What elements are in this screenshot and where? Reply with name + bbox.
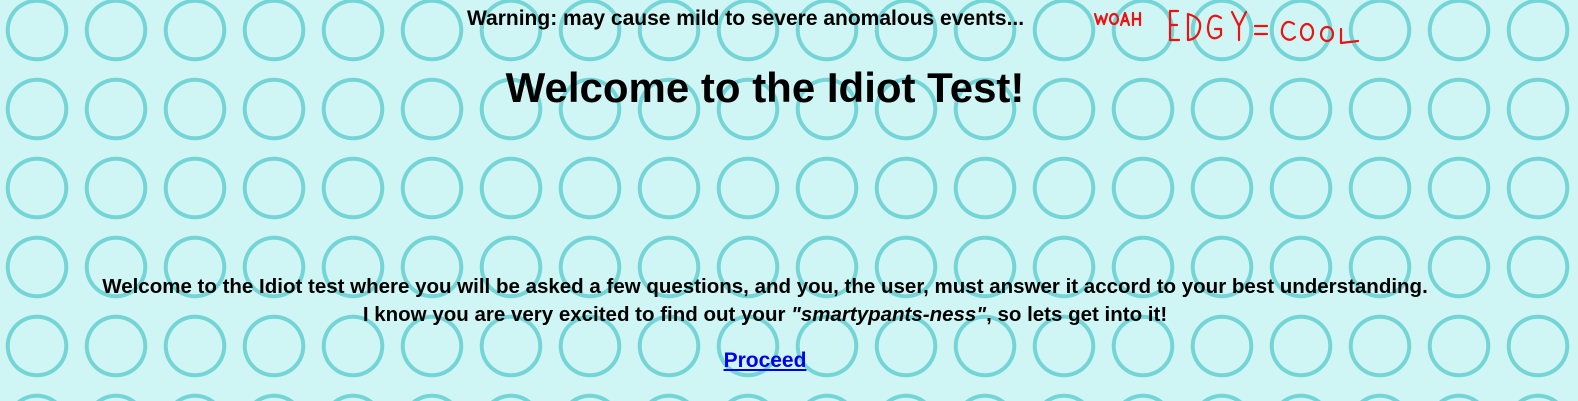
proceed-container: Proceed bbox=[0, 347, 1530, 375]
intro-paragraph: Welcome to the Idiot test where you will… bbox=[0, 273, 1530, 329]
page-title: Welcome to the Idiot Test! bbox=[505, 64, 1025, 111]
intro-line-2-suffix: , so lets get into it! bbox=[986, 303, 1168, 326]
warning-text: Warning: may cause mild to severe anomal… bbox=[467, 7, 1025, 30]
intro-line-1: Welcome to the Idiot test where you will… bbox=[102, 275, 1428, 298]
proceed-link[interactable]: Proceed bbox=[724, 349, 807, 372]
intro-emphasis: "smartypants-ness" bbox=[791, 303, 987, 326]
handwritten-scribble bbox=[1093, 9, 1360, 45]
intro-line-2-prefix: I know you are very excited to find out … bbox=[362, 303, 792, 326]
